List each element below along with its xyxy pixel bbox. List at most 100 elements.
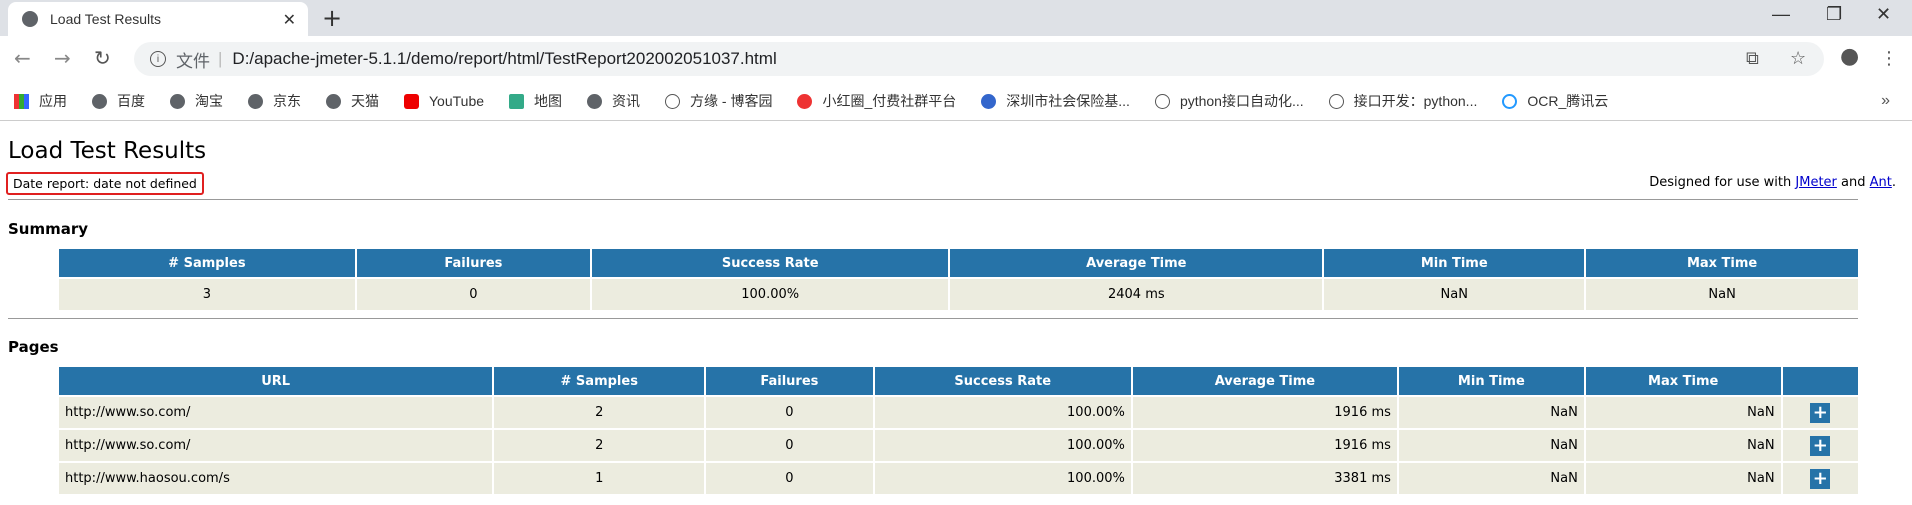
bookmark-label: 应用 <box>39 93 67 109</box>
star-icon[interactable]: ☆ <box>1790 48 1806 69</box>
bookmarks-bar: 应用 百度 淘宝 京东 天猫 YouTube 地图 资讯 方缘 - 博客园 小红… <box>0 82 1912 121</box>
bookmark-item[interactable]: python接口自动化... <box>1154 91 1304 111</box>
cell: NaN <box>1398 430 1584 461</box>
reload-button[interactable]: ↻ <box>94 46 111 70</box>
address-bar[interactable]: i 文件 | D:/apache-jmeter-5.1.1/demo/repor… <box>134 42 1824 76</box>
column-header: # Samples <box>59 249 355 277</box>
cell: 1 <box>494 463 705 494</box>
bookmark-youtube[interactable]: YouTube <box>404 93 484 109</box>
bookmark-label: 百度 <box>117 93 145 109</box>
minimize-button[interactable]: — <box>1772 4 1790 25</box>
date-report: Date report: date not defined <box>6 172 204 195</box>
column-header: Failures <box>356 249 591 277</box>
table-row: 3 0 100.00% 2404 ms NaN NaN <box>59 279 1858 310</box>
menu-icon[interactable]: ⋮ <box>1880 48 1898 69</box>
globe-icon <box>248 93 263 109</box>
globe-icon <box>170 93 185 109</box>
blog-icon <box>1154 93 1170 109</box>
info-icon[interactable]: i <box>150 51 166 67</box>
divider <box>8 318 1858 319</box>
and-text: and <box>1836 175 1870 190</box>
table-header-row: URL # Samples Failures Success Rate Aver… <box>59 367 1858 395</box>
globe-icon <box>92 93 107 109</box>
back-button[interactable]: ← <box>14 46 31 70</box>
new-tab-button[interactable]: + <box>322 4 342 32</box>
bookmark-item[interactable]: 京东 <box>248 91 301 111</box>
profile-avatar-icon[interactable]: ● <box>1840 44 1859 69</box>
bookmark-label: 小红圈_付费社群平台 <box>822 93 957 109</box>
tab-load-test-results[interactable]: Load Test Results ✕ <box>8 2 308 36</box>
divider <box>8 199 1858 200</box>
cell: 0 <box>706 397 873 428</box>
jmeter-link[interactable]: JMeter <box>1795 175 1837 190</box>
url-text[interactable]: D:/apache-jmeter-5.1.1/demo/report/html/… <box>232 49 776 69</box>
url-cell: http://www.haosou.com/s <box>59 463 493 494</box>
table-row: http://www.haosou.com/s 1 0 100.00% 3381… <box>59 463 1858 494</box>
cell: NaN <box>1586 279 1858 310</box>
designed-text: Designed for use with <box>1649 175 1796 190</box>
xiaohongquan-icon <box>797 93 813 109</box>
column-header: URL <box>59 367 493 395</box>
column-header: Max Time <box>1585 367 1781 395</box>
expand-plus-icon[interactable]: + <box>1810 435 1831 456</box>
bookmark-label: OCR_腾讯云 <box>1527 93 1609 109</box>
bookmark-label: 京东 <box>273 93 301 109</box>
bookmark-label: 接口开发：python... <box>1353 93 1478 109</box>
toolbar: ← → ↻ i 文件 | D:/apache-jmeter-5.1.1/demo… <box>0 36 1912 82</box>
globe-icon <box>587 93 603 109</box>
bookmark-item[interactable]: 淘宝 <box>170 91 223 111</box>
bookmark-label: 天猫 <box>351 93 379 109</box>
column-header: Average Time <box>1132 367 1397 395</box>
bookmark-item[interactable]: 方缘 - 博客园 <box>665 91 772 111</box>
page-title: Load Test Results <box>8 138 207 164</box>
cloud-icon <box>1502 93 1518 109</box>
forward-button[interactable]: → <box>54 46 71 70</box>
column-header: Max Time <box>1586 249 1858 277</box>
url-cell: http://www.so.com/ <box>59 430 493 461</box>
bookmark-label: python接口自动化... <box>1179 93 1304 109</box>
bookmark-item[interactable]: OCR_腾讯云 <box>1502 91 1608 111</box>
column-header: Min Time <box>1398 367 1584 395</box>
cell: 2 <box>494 430 705 461</box>
expand-plus-icon[interactable]: + <box>1810 402 1831 423</box>
ant-link[interactable]: Ant <box>1870 175 1892 190</box>
bookmark-item[interactable]: 地图 <box>509 91 562 111</box>
cell: 1916 ms <box>1132 430 1397 461</box>
bookmark-label: YouTube <box>429 93 485 109</box>
bookmark-item[interactable]: 小红圈_付费社群平台 <box>797 91 956 111</box>
blog-icon <box>665 93 681 109</box>
bookmark-label: 地图 <box>534 93 563 109</box>
close-window-button[interactable]: ✕ <box>1876 4 1891 25</box>
bookmark-item[interactable]: 天猫 <box>326 91 379 111</box>
bookmark-label: 淘宝 <box>195 93 223 109</box>
pages-heading: Pages <box>8 338 59 356</box>
expand-cell: + <box>1782 463 1858 494</box>
globe-icon <box>326 93 341 109</box>
url-scheme-label: 文件 <box>176 51 210 71</box>
bookmark-label: 方缘 - 博客园 <box>690 93 773 109</box>
column-header: # Samples <box>494 367 705 395</box>
cell: NaN <box>1398 463 1584 494</box>
bookmark-apps[interactable]: 应用 <box>14 91 67 111</box>
bookmark-item[interactable]: 深圳市社会保险基... <box>981 91 1130 111</box>
bookmark-item[interactable]: 百度 <box>92 91 145 111</box>
more-bookmarks-button[interactable]: » <box>1881 92 1890 110</box>
bookmark-item[interactable]: 资讯 <box>587 91 640 111</box>
column-header: Failures <box>706 367 873 395</box>
close-tab-icon[interactable]: ✕ <box>283 10 296 30</box>
bookmark-item[interactable]: 接口开发：python... <box>1328 91 1478 111</box>
expand-plus-icon[interactable]: + <box>1810 468 1831 489</box>
column-header: Average Time <box>950 249 1323 277</box>
column-header <box>1782 367 1858 395</box>
cell: 100.00% <box>592 279 949 310</box>
maps-icon <box>509 93 525 109</box>
restore-button[interactable]: ❐ <box>1826 4 1842 25</box>
expand-cell: + <box>1782 430 1858 461</box>
cell: 0 <box>706 463 873 494</box>
translate-icon[interactable]: ⧉ <box>1746 48 1759 69</box>
cell: 3381 ms <box>1132 463 1397 494</box>
cell: NaN <box>1585 430 1781 461</box>
table-row: http://www.so.com/ 2 0 100.00% 1916 ms N… <box>59 430 1858 461</box>
tab-title: Load Test Results <box>50 11 162 27</box>
bookmark-label: 深圳市社会保险基... <box>1006 93 1130 109</box>
